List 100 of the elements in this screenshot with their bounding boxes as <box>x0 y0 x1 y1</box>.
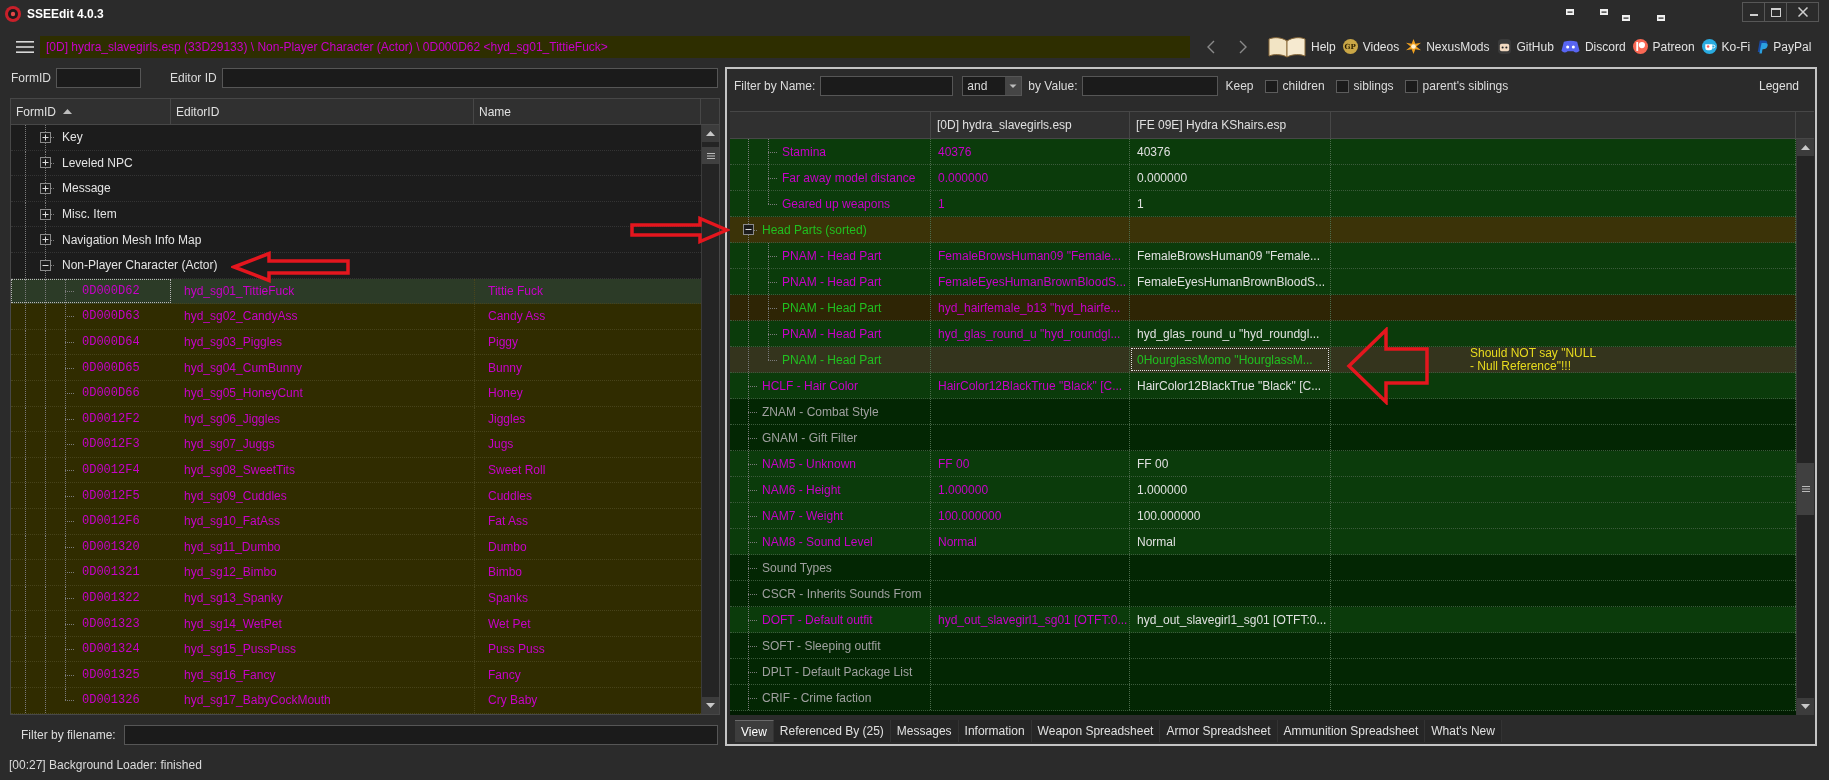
row-label: DPLT - Default Package List <box>762 664 913 679</box>
tree-row[interactable]: Leveled NPC <box>11 150 701 177</box>
grid-row[interactable]: GNAM - Gift Filter <box>730 425 1796 451</box>
grid-row[interactable]: CRIF - Crime faction <box>730 685 1796 711</box>
cell-value: 0.000000 <box>937 170 989 185</box>
tab[interactable]: Armor Spreadsheet <box>1160 720 1278 742</box>
toolbar-link[interactable]: Patreon <box>1632 39 1695 54</box>
column-header[interactable]: EditorID <box>171 99 474 124</box>
form-id: 0D001320 <box>82 539 140 554</box>
formid-field[interactable] <box>56 68 141 88</box>
caret-down-icon <box>1801 704 1810 709</box>
toolbar-link[interactable]: PayPal <box>1757 39 1812 54</box>
grid-row[interactable]: NAM6 - Height 1.000000 1.000000 <box>730 477 1796 503</box>
toolbar-link[interactable]: Discord <box>1560 39 1626 54</box>
cell-focus-frame[interactable]: 0HourglassMomo "HourglassM... <box>1131 348 1329 371</box>
row-label: Head Parts (sorted) <box>762 222 867 237</box>
grid-row[interactable]: Geared up weapons 1 1 <box>730 191 1796 217</box>
tab[interactable]: Ammunition Spreadsheet <box>1277 720 1426 742</box>
cell-value: 40376 <box>1136 144 1171 159</box>
tree-row[interactable]: Misc. Item <box>11 201 701 228</box>
grid-row[interactable]: PNAM - Head Part 0HourglassMomo "HourglassM... Should NOT say "NULL - Null Reference"!!! <box>730 347 1796 373</box>
scrollbar-thumb[interactable] <box>702 147 719 164</box>
minimize-icon <box>1749 14 1758 16</box>
editor-id: hyd_sg05_HoneyCunt <box>184 386 303 401</box>
tab[interactable]: Messages <box>890 720 959 742</box>
grid-row[interactable]: PNAM - Head Part FemaleBrowsHuman09 "Female... FemaleBrowsHuman09 "Female... <box>730 243 1796 269</box>
grid-row[interactable]: Sound Types <box>730 555 1796 581</box>
mini-window-icon[interactable] <box>1622 15 1630 21</box>
scroll-up-button[interactable] <box>702 125 719 142</box>
toolbar-link[interactable]: NexusMods <box>1406 39 1490 54</box>
grid-row[interactable]: PNAM - Head Part hyd_hairfemale_b13 "hyd_hairfe... <box>730 295 1796 321</box>
grip-icon <box>1801 486 1810 492</box>
tree-row[interactable]: Non-Player Character (Actor) <box>11 252 701 279</box>
checkbox-option[interactable]: siblings <box>1335 79 1394 93</box>
grid-row[interactable]: NAM5 - Unknown FF 00 FF 00 <box>730 451 1796 477</box>
column-header[interactable]: [FE 09E] Hydra KShairs.esp <box>1136 118 1287 132</box>
pinwheel-icon <box>1406 39 1422 54</box>
tree-row[interactable]: Message <box>11 176 701 202</box>
scrollbar-thumb[interactable] <box>1797 463 1814 515</box>
operator-dropdown[interactable]: and <box>962 76 1023 96</box>
toolbar-link[interactable]: Ko-Fi <box>1701 39 1751 54</box>
column-header[interactable]: FormID <box>11 99 171 124</box>
grid-row[interactable]: Stamina 40376 40376 <box>730 139 1796 165</box>
close-button[interactable] <box>1786 2 1819 22</box>
plus-box-icon[interactable] <box>40 234 51 246</box>
toolbar-link[interactable]: Help <box>1268 35 1336 58</box>
grid-row[interactable]: PNAM - Head Part hyd_glas_round_u "hyd_roundgl... hyd_glas_round_u "hyd_roundgl... <box>730 321 1796 347</box>
mini-window-icon[interactable] <box>1600 9 1608 15</box>
name-filter-field[interactable] <box>820 76 954 96</box>
scroll-down-button[interactable] <box>1797 698 1814 715</box>
grid-row[interactable]: ZNAM - Combat Style <box>730 399 1796 425</box>
tree-row[interactable]: Key <box>11 125 701 151</box>
minus-box-icon[interactable] <box>743 224 754 235</box>
maximize-button[interactable] <box>1764 2 1787 22</box>
cell-value: 1 <box>1136 196 1144 211</box>
grid-row[interactable]: PNAM - Head Part FemaleEyesHumanBrownBloodS... FemaleEyesHumanBrownBloodS... <box>730 269 1796 295</box>
plus-box-icon[interactable] <box>40 157 51 169</box>
chevron-right-icon <box>1239 39 1247 54</box>
column-header[interactable]: [0D] hydra_slavegirls.esp <box>937 118 1072 132</box>
toolbar-link[interactable]: GitHub <box>1496 39 1554 54</box>
grid-row[interactable]: NAM7 - Weight 100.000000 100.000000 <box>730 503 1796 529</box>
minimize-button[interactable] <box>1742 2 1765 22</box>
mini-window-icon[interactable] <box>1566 9 1574 15</box>
minus-box-icon[interactable] <box>40 259 51 271</box>
cell-value: 1 <box>937 196 945 211</box>
cell-value: FF 00 <box>937 456 970 471</box>
column-header[interactable]: Name <box>474 99 701 124</box>
grid-row[interactable]: DPLT - Default Package List <box>730 659 1796 685</box>
tab[interactable]: Referenced By (25) <box>773 720 891 742</box>
editor-id-field[interactable] <box>221 68 718 88</box>
legend-button[interactable]: Legend <box>1758 79 1799 93</box>
grid-row[interactable]: CSCR - Inherits Sounds From <box>730 581 1796 607</box>
tab[interactable]: View <box>735 720 774 742</box>
form-id: 0D0012F3 <box>82 437 140 452</box>
grid-row[interactable]: DOFT - Default outfit hyd_out_slavegirl1_sg01 [OTFT:0... hyd_out_slavegirl1_sg01 [OTFT:0... <box>730 607 1796 633</box>
tab[interactable]: Information <box>958 720 1032 742</box>
record-name: Spanks <box>488 591 529 605</box>
grid-row[interactable]: HCLF - Hair Color HairColor12BlackTrue "Black" [C... HairColor12BlackTrue "Black" [C... <box>730 373 1796 399</box>
plus-box-icon[interactable] <box>40 131 51 143</box>
mini-window-icon[interactable] <box>1657 15 1665 21</box>
plus-box-icon[interactable] <box>40 183 51 194</box>
menu-icon <box>16 40 34 53</box>
editor-id: hyd_sg12_Bimbo <box>184 565 277 580</box>
scroll-down-button[interactable] <box>702 697 719 714</box>
tree-row[interactable]: Navigation Mesh Info Map <box>11 227 701 253</box>
checkbox-option[interactable]: children <box>1264 79 1325 93</box>
plus-box-icon[interactable] <box>40 208 51 220</box>
tab[interactable]: Weapon Spreadsheet <box>1031 720 1161 742</box>
grid-row[interactable]: Head Parts (sorted) <box>730 217 1796 243</box>
tab[interactable]: What's New <box>1425 720 1502 742</box>
checkbox-option[interactable]: parent's siblings <box>1404 79 1509 93</box>
grid-row[interactable]: NAM8 - Sound Level Normal Normal <box>730 529 1796 555</box>
record-name: Fancy <box>488 667 521 682</box>
face-icon <box>1496 39 1512 54</box>
filename-filter-field[interactable] <box>123 724 718 745</box>
grid-row[interactable]: Far away model distance 0.000000 0.000000 <box>730 165 1796 191</box>
cell-value: FemaleEyesHumanBrownBloodS... <box>1136 274 1326 289</box>
value-filter-field[interactable] <box>1081 76 1218 96</box>
scroll-up-button[interactable] <box>1797 139 1814 156</box>
grid-row[interactable]: SOFT - Sleeping outfit <box>730 633 1796 659</box>
